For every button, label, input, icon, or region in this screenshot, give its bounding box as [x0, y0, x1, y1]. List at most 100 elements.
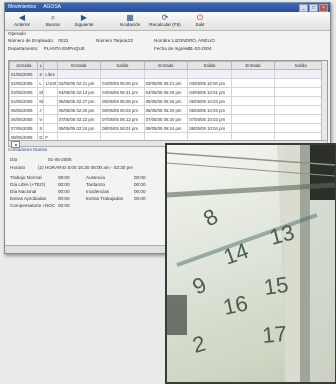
table-cell	[100, 69, 145, 79]
table-cell: 07/05/2005	[9, 123, 39, 133]
grid-scrollbar[interactable]	[321, 61, 327, 140]
counter-value: 00:00	[134, 196, 146, 201]
maximize-button[interactable]: □	[309, 4, 318, 12]
table-cell: 04/05/05 06:29 pm	[143, 87, 189, 97]
title-bar: Movimientos AGOSA _ □ ×	[5, 3, 330, 12]
calendar-icon: ▦	[126, 13, 134, 22]
recalculate-button[interactable]: ⟳ Recalcular (F5)	[147, 13, 183, 27]
table-cell: 01/05/2005	[9, 69, 39, 79]
table-cell	[230, 78, 276, 88]
attendance-grid: Jornada L Entrada Salida Entrada Salida Entrad…	[8, 60, 328, 141]
column-header[interactable]: Entrada	[143, 61, 189, 70]
table-row[interactable]: 03/05/2005 M 04/05/05 02:13 pm 04/05/05 06:…	[9, 87, 327, 97]
table-cell: Libre	[43, 69, 58, 79]
counter-label: Trabajo Normal	[10, 175, 42, 180]
schedule-value: (2) HORARIO 6:00 16:30 08:00 am - 02:30 …	[38, 165, 133, 170]
table-row[interactable]: 05/05/2005 J 06/05/05 02:20 pm 06/05/05 06:…	[9, 105, 327, 115]
column-header[interactable]: Salida	[100, 61, 145, 70]
table-cell	[56, 69, 102, 79]
clock-numeral: 17	[261, 321, 288, 348]
table-cell: 05/05/2005	[9, 105, 39, 115]
back-arrow-icon: ◀	[18, 13, 26, 22]
table-cell: 05/05/05 06:08 pm	[100, 96, 145, 106]
daily-counters-panel: Contadores Diarios Día 01-05-2005 Horari…	[8, 147, 146, 208]
table-cell	[274, 78, 327, 88]
table-cell	[43, 114, 58, 124]
column-header[interactable]: Jornada	[9, 61, 39, 70]
column-header[interactable]: Salida	[187, 61, 232, 70]
table-cell: 04/05/2005	[9, 96, 39, 106]
clock-numeral: 2	[190, 331, 208, 358]
table-cell: 08/05/05 06:01 pm	[100, 123, 145, 133]
window-subtitle: AGOSA	[43, 4, 61, 10]
hire-date: 01-03-2004	[188, 46, 212, 51]
table-cell: 03/05/2005	[9, 87, 39, 97]
table-row[interactable]: 02/05/2005L1/100102/05/05 02:21 pm04/05/…	[9, 78, 327, 88]
counter-value: 00:00	[58, 196, 70, 201]
counter-label: Compensatorio +NOC	[10, 203, 56, 208]
counter-label: Tardanza	[86, 182, 105, 187]
table-row[interactable]: 01/05/2005 S Libre	[9, 69, 327, 79]
table-row[interactable]: 04/05/2005 M 05/05/05 02:27 pm 05/05/05 06:…	[9, 96, 327, 106]
counter-value: 00:00	[58, 182, 70, 187]
table-cell: 04/05/05 06:31 pm	[100, 87, 145, 97]
column-header[interactable]: Salida	[274, 61, 327, 70]
counter-label: Extras Trabajadas	[86, 196, 124, 201]
column-header[interactable]: Entrada	[230, 61, 276, 70]
table-row[interactable]: 07/05/2005 S 08/05/05 02:24 pm 08/05/05 06:…	[9, 123, 327, 133]
table-cell	[230, 96, 276, 106]
power-icon: ⏻	[196, 13, 204, 22]
counter-value: 00:00	[58, 189, 70, 194]
minimize-button[interactable]: _	[299, 4, 308, 12]
close-button[interactable]: ×	[319, 4, 328, 12]
table-cell	[187, 69, 232, 79]
counter-value: 00:00	[134, 189, 146, 194]
clock-photo: 13 14 15 16 17 8 9 2	[165, 143, 336, 384]
employee-header: Operado Número de Empleado: 0022 Número …	[8, 31, 327, 57]
clock-numeral: 8	[199, 204, 222, 232]
clock-photo-illustration: 1314151617892	[167, 145, 335, 382]
table-cell: 02/05/05 02:21 pm	[56, 78, 102, 88]
counter-value: 00:00	[134, 182, 146, 187]
forward-arrow-icon: ▶	[80, 13, 88, 22]
table-cell: 05/05/05 06:26 pm	[143, 96, 189, 106]
table-cell: 04/05/05 06:00 pm	[100, 78, 145, 88]
header-section-title: Operado	[8, 31, 26, 36]
table-cell	[274, 114, 327, 124]
counter-label: Ausencia	[86, 175, 105, 180]
table-cell: 03/05/05 10:00 pm	[187, 78, 232, 88]
clock-numeral: 9	[189, 272, 211, 300]
clock-numeral: 14	[220, 238, 252, 270]
table-cell	[43, 96, 58, 106]
table-cell: 08/05/05 10:04 pm	[187, 123, 232, 133]
refresh-icon: ⟳	[161, 13, 169, 22]
counter-label: Incidencias	[86, 189, 109, 194]
table-row[interactable]: 06/05/2005 V 07/05/05 02:22 pm 07/05/05 06:…	[9, 114, 327, 124]
exit-button[interactable]: ⏻ Salir	[185, 13, 215, 27]
search-button[interactable]: ⌕ Buscar	[38, 13, 68, 27]
table-cell: 04/05/05 10:01 pm	[187, 87, 232, 97]
next-button[interactable]: ▶ Siguiente	[69, 13, 99, 27]
table-cell: 05/05/05 02:27 pm	[56, 96, 102, 106]
employee-name: LIZONDRO, ANELIO	[172, 38, 215, 43]
incidence-button[interactable]: ▦ Incidación	[115, 13, 145, 27]
search-icon: ⌕	[50, 13, 56, 22]
table-cell: 06/05/2005	[9, 114, 39, 124]
table-cell: 06/05/05 02:20 pm	[56, 105, 102, 115]
counter-label: Día Nacional	[10, 189, 37, 194]
department: PLANTA EMPAQUE	[43, 46, 85, 51]
table-cell: 03/05/05 06:21 pm	[143, 78, 189, 88]
column-header[interactable]	[43, 61, 58, 70]
column-header[interactable]: Entrada	[56, 61, 102, 70]
counter-label: Día Libre (+TEO)	[10, 182, 46, 187]
table-cell: 08/05/05 06:24 pm	[143, 123, 189, 133]
counter-value: 00:00	[58, 203, 70, 208]
table-cell	[230, 87, 276, 97]
table-cell: 02/05/2005	[9, 78, 39, 88]
table-cell	[230, 114, 276, 124]
previous-button[interactable]: ◀ Anterior	[7, 13, 37, 27]
counter-label: Extras Aprobadas	[10, 196, 47, 201]
card-number: 22	[128, 38, 134, 43]
table-cell: 06/05/05 06:02 pm	[100, 105, 145, 115]
table-cell	[43, 87, 58, 97]
